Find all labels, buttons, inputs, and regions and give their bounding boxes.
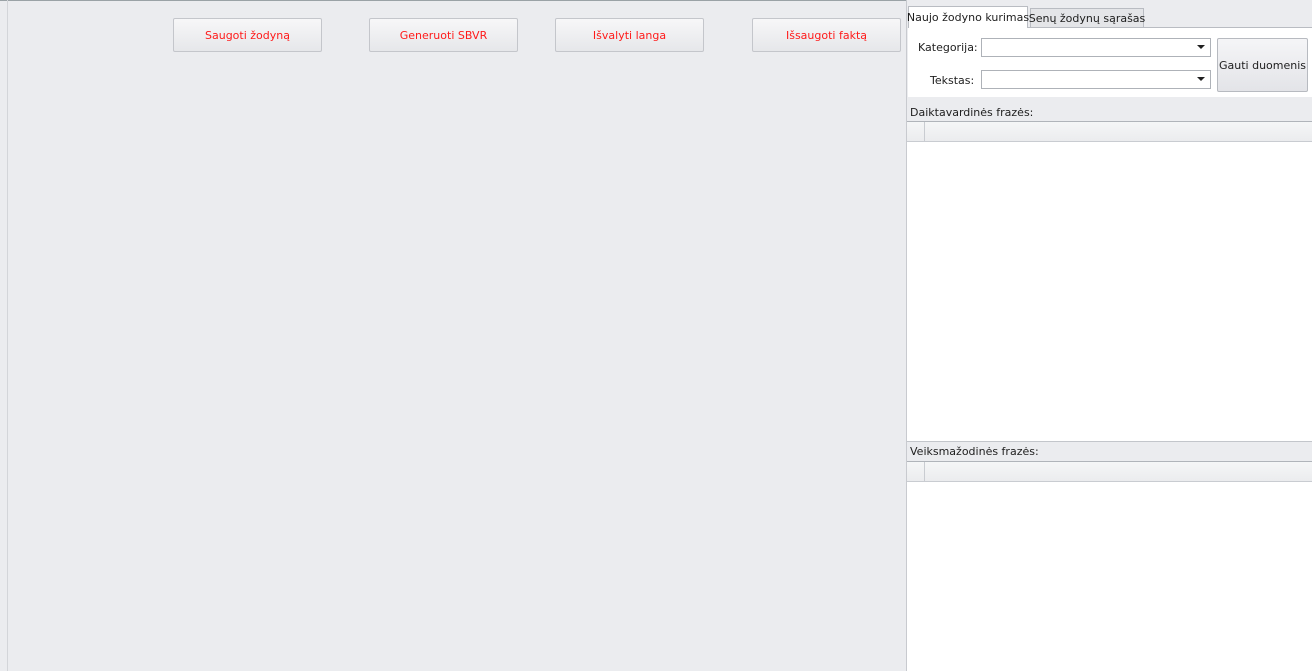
tab-old-dictionaries[interactable]: Senų žodynų sąrašas — [1029, 8, 1145, 27]
category-label: Kategorija: — [918, 41, 978, 54]
get-data-button[interactable]: Gauti duomenis — [1217, 38, 1308, 92]
clear-window-button[interactable]: Išvalyti langa — [555, 18, 704, 52]
generate-sbvr-button[interactable]: Generuoti SBVR — [369, 18, 518, 52]
category-dropdown[interactable] — [981, 38, 1211, 57]
top-border — [0, 0, 908, 1]
text-label: Tekstas: — [930, 74, 975, 87]
save-dictionary-button[interactable]: Saugoti žodyną — [173, 18, 322, 52]
save-fact-button[interactable]: Išsaugoti faktą — [752, 18, 901, 52]
section-separator — [907, 441, 1312, 442]
chevron-down-icon[interactable] — [1197, 45, 1205, 49]
left-border — [7, 0, 8, 671]
grid-corner-cell[interactable] — [907, 462, 925, 482]
noun-phrases-grid[interactable] — [907, 121, 1312, 441]
grid-header — [907, 462, 1312, 482]
verb-phrases-grid[interactable] — [907, 461, 1312, 671]
tab-new-dictionary[interactable]: Naujo žodyno kurimas — [907, 6, 1029, 28]
noun-phrases-label: Daiktavardinės frazės: — [910, 106, 1034, 119]
grid-corner-cell[interactable] — [907, 122, 925, 142]
chevron-down-icon[interactable] — [1197, 77, 1205, 81]
grid-header — [907, 122, 1312, 142]
verb-phrases-label: Veiksmažodinės frazės: — [910, 445, 1039, 458]
text-dropdown[interactable] — [981, 70, 1211, 89]
